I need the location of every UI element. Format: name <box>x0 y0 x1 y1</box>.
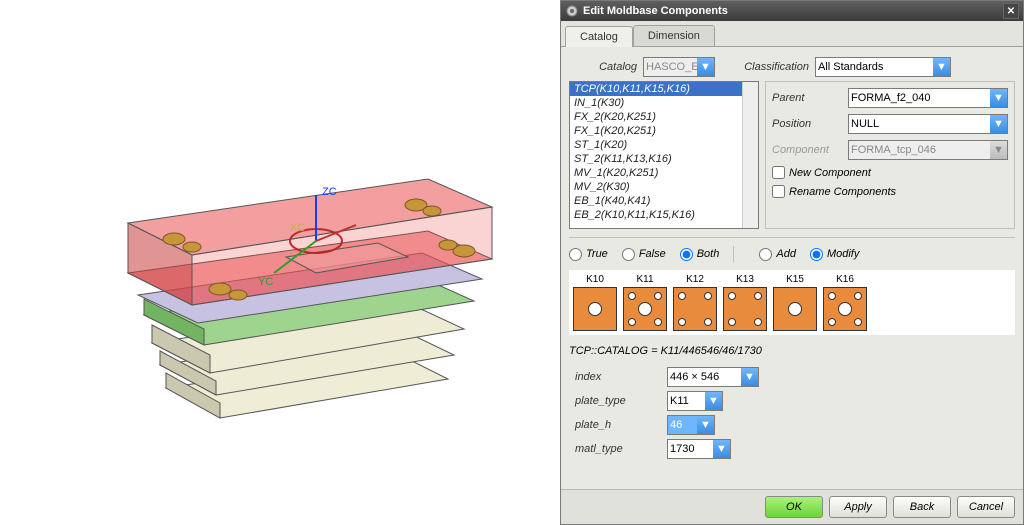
param-plate-type-label: plate_type <box>569 395 661 407</box>
parameter-list: index 446 × 546▼ plate_type K11▼ plate_h… <box>569 367 1015 459</box>
param-index-label: index <box>569 371 661 383</box>
position-label: Position <box>772 118 842 130</box>
position-select[interactable]: NULL▼ <box>848 114 1008 134</box>
param-plate-h-select[interactable]: 46▼ <box>667 415 715 435</box>
component-label: Component <box>772 144 842 156</box>
list-item[interactable]: EB_2(K10,K11,K15,K16) <box>570 208 758 222</box>
chevron-down-icon: ▼ <box>990 115 1007 133</box>
catalog-string: TCP::CATALOG = K11/446546/46/1730 <box>569 345 1015 357</box>
gear-icon <box>565 4 579 18</box>
list-item[interactable]: FX_1(K20,K251) <box>570 124 758 138</box>
chevron-down-icon: ▼ <box>990 89 1007 107</box>
scrollbar[interactable] <box>742 82 758 228</box>
catalog-label: Catalog <box>569 61 637 73</box>
cad-viewport[interactable]: ZC XC YC <box>0 0 560 525</box>
list-item[interactable]: IN_1(K30) <box>570 96 758 110</box>
dialog-title: Edit Moldbase Components <box>583 5 728 17</box>
thumb-k13[interactable]: K13 <box>723 274 767 331</box>
radio-both[interactable]: Both <box>680 248 720 261</box>
tab-bar: Catalog Dimension <box>561 21 1023 47</box>
thumb-k12[interactable]: K12 <box>673 274 717 331</box>
edit-moldbase-dialog: Edit Moldbase Components ✕ Catalog Dimen… <box>560 0 1024 525</box>
param-plate-h-label: plate_h <box>569 419 661 431</box>
param-plate-type-select[interactable]: K11▼ <box>667 391 723 411</box>
param-index-select[interactable]: 446 × 546▼ <box>667 367 759 387</box>
classification-label: Classification <box>721 61 809 73</box>
chevron-down-icon: ▼ <box>697 416 714 434</box>
list-item[interactable]: ST_2(K11,K13,K16) <box>570 152 758 166</box>
close-icon[interactable]: ✕ <box>1003 3 1019 19</box>
back-button[interactable]: Back <box>893 496 951 518</box>
chevron-down-icon: ▼ <box>705 392 722 410</box>
moldbase-isometric: ZC XC YC <box>60 83 500 443</box>
radio-true[interactable]: True <box>569 248 608 261</box>
cancel-button[interactable]: Cancel <box>957 496 1015 518</box>
new-component-checkbox[interactable]: New Component <box>772 166 1008 179</box>
component-select: FORMA_tcp_046▼ <box>848 140 1008 160</box>
apply-button[interactable]: Apply <box>829 496 887 518</box>
chevron-down-icon: ▼ <box>933 58 950 76</box>
radio-modify[interactable]: Modify <box>810 248 859 261</box>
dialog-titlebar[interactable]: Edit Moldbase Components ✕ <box>561 1 1023 21</box>
catalog-select[interactable]: HASCO_E▼ <box>643 57 715 77</box>
component-listbox[interactable]: TCP(K10,K11,K15,K16) IN_1(K30) FX_2(K20,… <box>569 81 759 229</box>
param-matl-type-label: matl_type <box>569 443 661 455</box>
chevron-down-icon: ▼ <box>741 368 758 386</box>
tab-catalog[interactable]: Catalog <box>565 26 633 47</box>
thumb-k15[interactable]: K15 <box>773 274 817 331</box>
plate-thumbnails: K10 K11 K12 K13 K15 K16 <box>569 270 1015 335</box>
classification-select[interactable]: All Standards▼ <box>815 57 951 77</box>
dialog-footer: OK Apply Back Cancel <box>561 489 1023 524</box>
parent-select[interactable]: FORMA_f2_040▼ <box>848 88 1008 108</box>
thumb-k16[interactable]: K16 <box>823 274 867 331</box>
parent-label: Parent <box>772 92 842 104</box>
chevron-down-icon: ▼ <box>697 58 714 76</box>
axis-y-label: YC <box>258 276 273 288</box>
tab-dimension[interactable]: Dimension <box>633 25 715 46</box>
ok-button[interactable]: OK <box>765 496 823 518</box>
radio-false[interactable]: False <box>622 248 666 261</box>
list-item[interactable]: ST_1(K20) <box>570 138 758 152</box>
axis-z-label: ZC <box>322 186 337 198</box>
list-item[interactable]: TCP(K10,K11,K15,K16) <box>570 82 758 96</box>
chevron-down-icon: ▼ <box>713 440 730 458</box>
radio-bar: True False Both Add Modify <box>569 237 1015 262</box>
param-matl-type-select[interactable]: 1730▼ <box>667 439 731 459</box>
radio-add[interactable]: Add <box>759 248 796 261</box>
list-item[interactable]: EB_1(K40,K41) <box>570 194 758 208</box>
list-item[interactable]: FX_2(K20,K251) <box>570 110 758 124</box>
axis-x-label: XC <box>290 222 305 234</box>
rename-components-checkbox[interactable]: Rename Components <box>772 185 1008 198</box>
thumb-k10[interactable]: K10 <box>573 274 617 331</box>
chevron-down-icon: ▼ <box>990 141 1007 159</box>
list-item[interactable]: MV_1(K20,K251) <box>570 166 758 180</box>
properties-group: Parent FORMA_f2_040▼ Position NULL▼ Comp… <box>765 81 1015 229</box>
list-item[interactable]: MV_2(K30) <box>570 180 758 194</box>
thumb-k11[interactable]: K11 <box>623 274 667 331</box>
